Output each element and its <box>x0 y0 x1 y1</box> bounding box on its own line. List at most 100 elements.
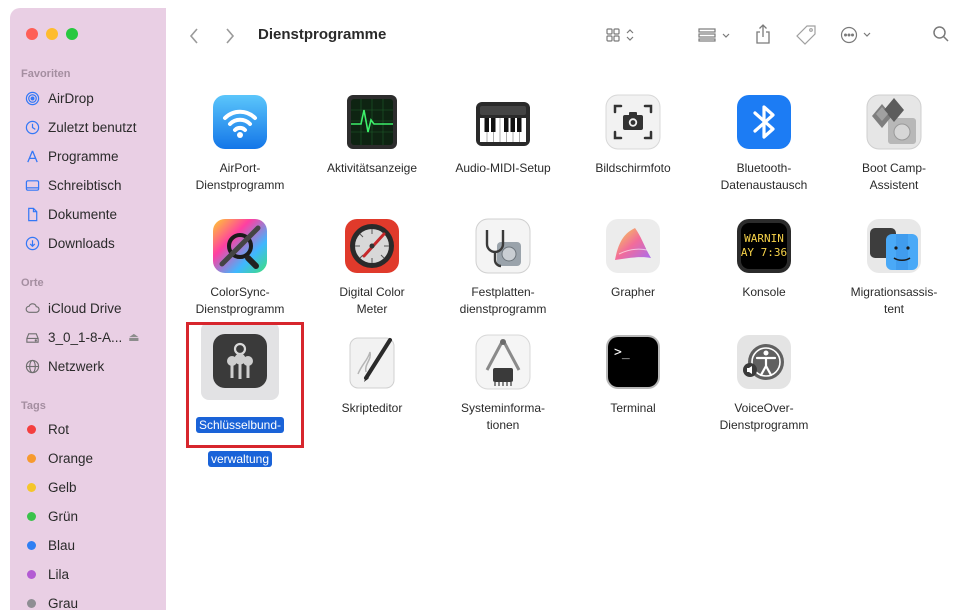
app-label: Audio-MIDI-Setup <box>455 161 551 175</box>
sidebar-tag-yellow[interactable]: Gelb <box>24 476 77 498</box>
close-window-button[interactable] <box>26 28 38 40</box>
disk-utility-icon <box>471 214 535 278</box>
zoom-window-button[interactable] <box>66 28 78 40</box>
minimize-window-button[interactable] <box>46 28 58 40</box>
color-meter-icon <box>340 214 404 278</box>
share-button[interactable] <box>753 22 773 46</box>
sidebar-item-external-drive[interactable]: 3_0_1-8-A... ⏏ <box>24 326 140 348</box>
app-label: ColorSync- Dienstprogramm <box>195 285 285 316</box>
sidebar-item-icloud-drive[interactable]: iCloud Drive <box>24 297 122 319</box>
sidebar-tag-gray[interactable]: Grau <box>24 592 78 610</box>
sidebar-item-downloads[interactable]: Downloads <box>24 232 115 254</box>
script-editor-icon <box>340 330 404 394</box>
app-label: Grapher <box>610 285 656 299</box>
app-console[interactable]: WARNIN AY 7:36 Konsole <box>702 214 826 301</box>
tags-header: Tags <box>21 400 46 412</box>
sidebar-item-label: Programme <box>48 148 119 164</box>
orange-tag-icon <box>27 453 36 463</box>
app-grapher[interactable]: Grapher <box>571 214 695 301</box>
airdrop-icon <box>24 90 40 106</box>
voiceover-icon <box>732 330 796 394</box>
more-actions-button[interactable] <box>838 23 878 47</box>
app-label: Konsole <box>742 285 786 299</box>
app-label: Digital Color Meter <box>339 285 405 316</box>
app-label: AirPort- Dienstprogramm <box>195 161 285 192</box>
sidebar-item-label: Dokumente <box>48 206 118 222</box>
console-icon: WARNIN AY 7:36 <box>732 214 796 278</box>
boot-camp-icon <box>862 90 926 154</box>
app-airport-utility[interactable]: AirPort- Dienstprogramm <box>178 90 302 194</box>
console-time-text: AY 7:36 <box>741 246 787 259</box>
search-button[interactable] <box>930 23 952 45</box>
group-icon <box>698 28 730 42</box>
sidebar-item-label: Grün <box>48 508 79 524</box>
yellow-tag-icon <box>27 482 36 492</box>
ellipsis-circle-icon <box>840 26 871 44</box>
locations-header: Orte <box>21 277 44 289</box>
colorsync-icon <box>208 214 272 278</box>
app-script-editor[interactable]: Skripteditor <box>310 330 434 417</box>
app-colorsync-utility[interactable]: ColorSync- Dienstprogramm <box>178 214 302 318</box>
sidebar-item-applications[interactable]: Programme <box>24 145 119 167</box>
app-digital-color-meter[interactable]: Digital Color Meter <box>310 214 434 318</box>
grapher-icon <box>601 214 665 278</box>
sidebar-item-desktop[interactable]: Schreibtisch <box>24 174 122 196</box>
app-voiceover-utility[interactable]: VoiceOver- Dienstprogramm <box>702 330 826 434</box>
app-label: Skripteditor <box>341 401 403 415</box>
migration-assistant-icon <box>862 214 926 278</box>
app-migration-assistant[interactable]: Migrationsassis- tent <box>832 214 956 318</box>
sidebar-item-label: 3_0_1-8-A... <box>48 329 123 345</box>
app-audio-midi-setup[interactable]: Audio-MIDI-Setup <box>441 90 565 177</box>
app-screenshot[interactable]: Bildschirmfoto <box>571 90 695 177</box>
annotation-highlight-box <box>186 322 304 448</box>
activity-monitor-icon <box>340 90 404 154</box>
sidebar-item-airdrop[interactable]: AirDrop <box>24 87 94 109</box>
toolbar: Dienstprogramme <box>166 8 960 60</box>
bluetooth-icon <box>732 90 796 154</box>
tag-button[interactable] <box>793 23 819 47</box>
app-label: Systeminforma- tionen <box>460 401 546 432</box>
desktop-icon <box>24 177 40 193</box>
screenshot-icon <box>601 90 665 154</box>
app-label: Migrationsassis- tent <box>850 285 938 316</box>
sidebar-item-label: Lila <box>48 566 70 582</box>
app-activity-monitor[interactable]: Aktivitätsanzeige <box>310 90 434 177</box>
sidebar: Favoriten AirDrop Zuletzt benutzt Progra… <box>10 8 166 610</box>
sidebar-tag-orange[interactable]: Orange <box>24 447 93 469</box>
forward-button[interactable] <box>222 25 238 47</box>
sidebar-tag-purple[interactable]: Lila <box>24 563 69 585</box>
app-label: Festplatten- dienstprogramm <box>459 285 547 316</box>
sidebar-item-recents[interactable]: Zuletzt benutzt <box>24 116 137 138</box>
app-label: VoiceOver- Dienstprogramm <box>719 401 809 432</box>
document-icon <box>24 206 40 222</box>
group-button[interactable] <box>696 24 736 46</box>
search-icon <box>933 26 949 42</box>
sidebar-item-label: AirDrop <box>48 90 94 106</box>
drive-icon <box>24 329 40 345</box>
app-boot-camp-assistant[interactable]: Boot Camp- Assistent <box>832 90 956 194</box>
favorites-header: Favoriten <box>21 68 71 80</box>
sidebar-tag-red[interactable]: Rot <box>24 418 69 440</box>
network-icon <box>24 358 40 374</box>
sidebar-item-documents[interactable]: Dokumente <box>24 203 117 225</box>
eject-icon[interactable]: ⏏ <box>128 330 139 344</box>
app-bluetooth-file-exchange[interactable]: Bluetooth- Datenaustausch <box>702 90 826 194</box>
app-system-information[interactable]: Systeminforma- tionen <box>441 330 565 434</box>
sidebar-tag-green[interactable]: Grün <box>24 505 78 527</box>
green-tag-icon <box>27 511 36 521</box>
file-grid: AirPort- Dienstprogramm Aktivitätsanzeig… <box>166 60 960 610</box>
app-disk-utility[interactable]: Festplatten- dienstprogramm <box>441 214 565 318</box>
app-label: Bluetooth- Datenaustausch <box>720 161 808 192</box>
sidebar-item-label: Blau <box>48 537 76 553</box>
cloud-icon <box>24 300 40 316</box>
sidebar-tag-blue[interactable]: Blau <box>24 534 75 556</box>
terminal-icon: >_ <box>601 330 665 394</box>
sidebar-item-network[interactable]: Netzwerk <box>24 355 104 377</box>
app-terminal[interactable]: >_ Terminal <box>571 330 695 417</box>
sidebar-item-label: Grau <box>48 595 79 610</box>
view-options-button[interactable] <box>604 24 640 46</box>
blue-tag-icon <box>27 540 36 550</box>
back-button[interactable] <box>186 25 202 47</box>
purple-tag-icon <box>27 569 36 579</box>
chevron-left-icon <box>189 28 198 44</box>
